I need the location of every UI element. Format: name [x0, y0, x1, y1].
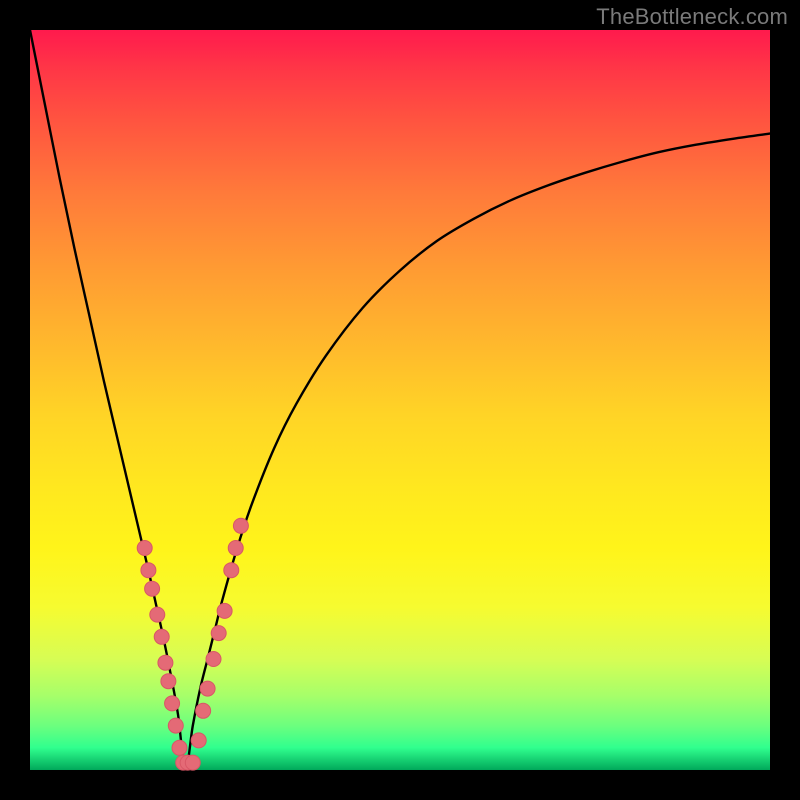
marker-dot — [161, 674, 176, 689]
marker-dot — [196, 703, 211, 718]
marker-dot — [228, 541, 243, 556]
marker-dot — [217, 603, 232, 618]
marker-dot — [168, 718, 183, 733]
marker-dot — [185, 755, 200, 770]
marker-dot — [165, 696, 180, 711]
marker-dot — [224, 563, 239, 578]
marker-dot — [137, 541, 152, 556]
marker-dot — [150, 607, 165, 622]
marker-dot — [158, 655, 173, 670]
marker-dot — [233, 518, 248, 533]
marker-dot — [154, 629, 169, 644]
chart-svg — [30, 30, 770, 770]
marker-dot — [211, 626, 226, 641]
marker-dot — [191, 733, 206, 748]
marker-dot — [172, 740, 187, 755]
marker-dot — [200, 681, 215, 696]
marker-dot — [145, 581, 160, 596]
outer-frame: TheBottleneck.com — [0, 0, 800, 800]
plot-area — [30, 30, 770, 770]
marker-dot — [141, 563, 156, 578]
bottleneck-curve — [30, 30, 770, 770]
watermark-text: TheBottleneck.com — [596, 4, 788, 30]
marker-dot — [206, 652, 221, 667]
